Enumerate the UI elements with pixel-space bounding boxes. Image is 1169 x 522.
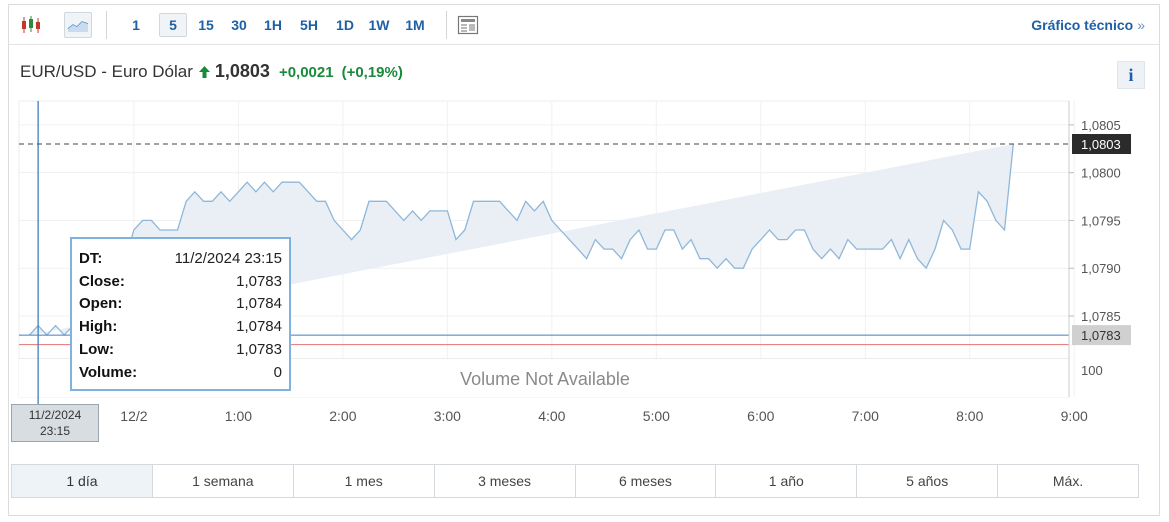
crosshair-date-label: 11/2/2024 23:15 [11,404,99,442]
range-tab[interactable]: 1 año [716,465,858,497]
tooltip-value: 1,0784 [236,318,282,336]
tooltip-value: 1,0783 [236,341,282,359]
y-tick-label: 1,0800 [1081,166,1121,181]
x-tick-label: 1:00 [225,408,252,424]
tooltip-row: DT: 11/2/2024 23:15 [79,247,282,270]
tooltip-key: Open: [79,295,123,313]
tooltip-key: High: [79,318,118,336]
crosshair-time: 23:15 [39,424,71,438]
tooltip-row: Low: 1,0783 [79,338,282,361]
x-tick-label: 6:00 [747,408,774,424]
tooltip-row: Open: 1,0784 [79,293,282,316]
volume-tick-label: 100 [1081,363,1103,378]
x-tick-label: 2:00 [329,408,356,424]
x-tick-label: 3:00 [434,408,461,424]
tooltip-value: 0 [273,363,282,381]
crosshair-date: 11/2/2024 [28,408,82,422]
tooltip-row: Close: 1,0783 [79,270,282,293]
tooltip-key: Close: [79,272,125,290]
tooltip-value: 1,0783 [236,272,282,290]
x-tick-label: 8:00 [956,408,983,424]
y-tick-label: 1,0790 [1081,261,1121,276]
range-tab[interactable]: 3 meses [435,465,576,497]
tooltip-row: High: 1,0784 [79,315,282,338]
x-tick-label: 9:00 [1061,408,1088,424]
range-selector: 1 día 1 semana 1 mes 3 meses 6 meses 1 año 5 a… [11,464,1139,498]
range-tab[interactable]: 1 semana [153,465,294,497]
x-tick-label: 7:00 [852,408,879,424]
range-tab[interactable]: Máx. [998,465,1138,497]
price-chart[interactable]: Volume Not Available 1,0805 1,0800 1,0795 1,… [0,0,1169,460]
y-tick-label: 1,0805 [1081,118,1121,133]
x-tick-label: 12/2 [120,408,147,424]
tooltip-value: 11/2/2024 23:15 [174,249,282,267]
range-tab[interactable]: 1 mes [294,465,435,497]
tooltip-value: 1,0784 [236,295,282,313]
tooltip-key: Volume: [79,363,138,381]
range-tab[interactable]: 5 años [857,465,999,497]
tooltip-row: Volume: 0 [79,361,282,384]
range-tab[interactable]: 1 día [12,465,153,497]
tooltip-key: DT: [79,249,103,267]
x-tick-label: 5:00 [643,408,670,424]
last-price-badge-label: 1,0803 [1081,137,1121,152]
data-tooltip: DT: 11/2/2024 23:15 Close: 1,0783 Open: 1,078… [70,237,291,391]
tooltip-key: Low: [79,341,114,359]
x-tick-label: 4:00 [538,408,565,424]
y-tick-label: 1,0785 [1081,309,1121,324]
crosshair-value-label: 1,0783 [1081,328,1121,343]
volume-not-available: Volume Not Available [460,369,630,389]
range-tab[interactable]: 6 meses [576,465,717,497]
y-tick-label: 1,0795 [1081,213,1121,228]
